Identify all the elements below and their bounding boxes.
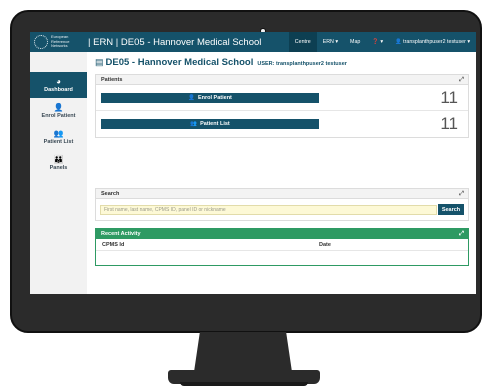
activity-table-body [96, 251, 468, 265]
screen: European Reference Networks | ERN | DE05… [30, 32, 476, 294]
document-icon: ▤ [95, 57, 104, 67]
search-panel: Search ⤢ First name, last name, CPMS ID,… [95, 188, 469, 221]
sidebar-item-label: Enrol Patient [41, 112, 76, 119]
sidebar-item-label: Dashboard [44, 86, 73, 93]
patient-list-button[interactable]: 👥 Patient List [101, 119, 319, 129]
users-icon: 👥 [190, 121, 198, 127]
ern-logo-icon [34, 35, 48, 49]
nav-menu: Centre ERN ▾ Map ❓ ▾ 👤 transplanthpuser2… [288, 32, 476, 52]
sidebar-item-label: Patient List [43, 138, 74, 145]
recent-activity-panel: Recent Activity ⤢ CPMS Id Date [95, 228, 469, 266]
user-plus-icon: 👤 [53, 102, 64, 112]
panel-title: Search [101, 191, 120, 197]
page-title: DE05 - Hannover Medical School [105, 57, 254, 68]
search-input[interactable]: First name, last name, CPMS ID, panel ID… [100, 204, 437, 215]
sidebar: ◕ Dashboard 👤 Enrol Patient 👥 Patient Li… [30, 52, 87, 294]
patients-panel: Patients ⤢ 👤 Enrol Patient 11 👥 Patient … [95, 74, 469, 138]
search-button[interactable]: Search [438, 204, 464, 215]
main-content: ▤ DE05 - Hannover Medical School USER: t… [87, 52, 476, 294]
sidebar-item-panels[interactable]: 👪 Panels [30, 150, 87, 176]
nav-item-ern[interactable]: ERN ▾ [317, 32, 344, 52]
sidebar-item-enrol-patient[interactable]: 👤 Enrol Patient [30, 98, 87, 124]
ern-logo[interactable]: European Reference Networks [30, 32, 86, 52]
group-icon: 👪 [53, 154, 64, 164]
nav-item-help[interactable]: ❓ ▾ [366, 32, 389, 52]
panel-title: Recent Activity [101, 231, 141, 237]
sidebar-item-label: Panels [49, 164, 68, 171]
users-icon: 👥 [53, 128, 64, 138]
logo-text-line: Networks [51, 43, 68, 49]
expand-icon[interactable]: ⤢ [459, 75, 464, 85]
app-title: | ERN | DE05 - Hannover Medical School [88, 36, 262, 48]
enrol-patient-row: 👤 Enrol Patient 11 [96, 85, 468, 111]
enrol-patient-button[interactable]: 👤 Enrol Patient [101, 93, 319, 103]
expand-icon[interactable]: ⤢ [459, 189, 464, 199]
activity-table-header: CPMS Id Date [96, 239, 468, 251]
page-header: ▤ DE05 - Hannover Medical School USER: t… [95, 57, 347, 68]
button-label: Enrol Patient [197, 95, 232, 101]
nav-item-map[interactable]: Map [344, 32, 366, 52]
nav-item-centre[interactable]: Centre [288, 32, 317, 52]
sidebar-item-patient-list[interactable]: 👥 Patient List [30, 124, 87, 150]
panel-title: Patients [101, 77, 123, 83]
nav-item-user-menu[interactable]: 👤 transplanthpuser2 testuser ▾ [389, 32, 476, 52]
current-user-label: USER: transplanthpuser2 testuser [257, 61, 347, 67]
patient-list-row: 👥 Patient List 11 [96, 111, 468, 137]
monitor-stand-neck [194, 332, 292, 372]
column-header-date[interactable]: Date [319, 242, 468, 248]
expand-icon[interactable]: ⤢ [459, 229, 464, 239]
top-navbar: European Reference Networks | ERN | DE05… [30, 32, 476, 52]
patient-list-count: 11 [440, 114, 458, 133]
dashboard-icon: ◕ [56, 76, 61, 86]
user-plus-icon: 👤 [188, 95, 195, 101]
button-label: Patient List [200, 121, 230, 127]
sidebar-item-dashboard[interactable]: ◕ Dashboard [30, 72, 87, 98]
monitor-stand-foot [180, 382, 308, 386]
column-header-cpms-id[interactable]: CPMS Id [96, 242, 319, 248]
enrol-count: 11 [440, 88, 458, 107]
